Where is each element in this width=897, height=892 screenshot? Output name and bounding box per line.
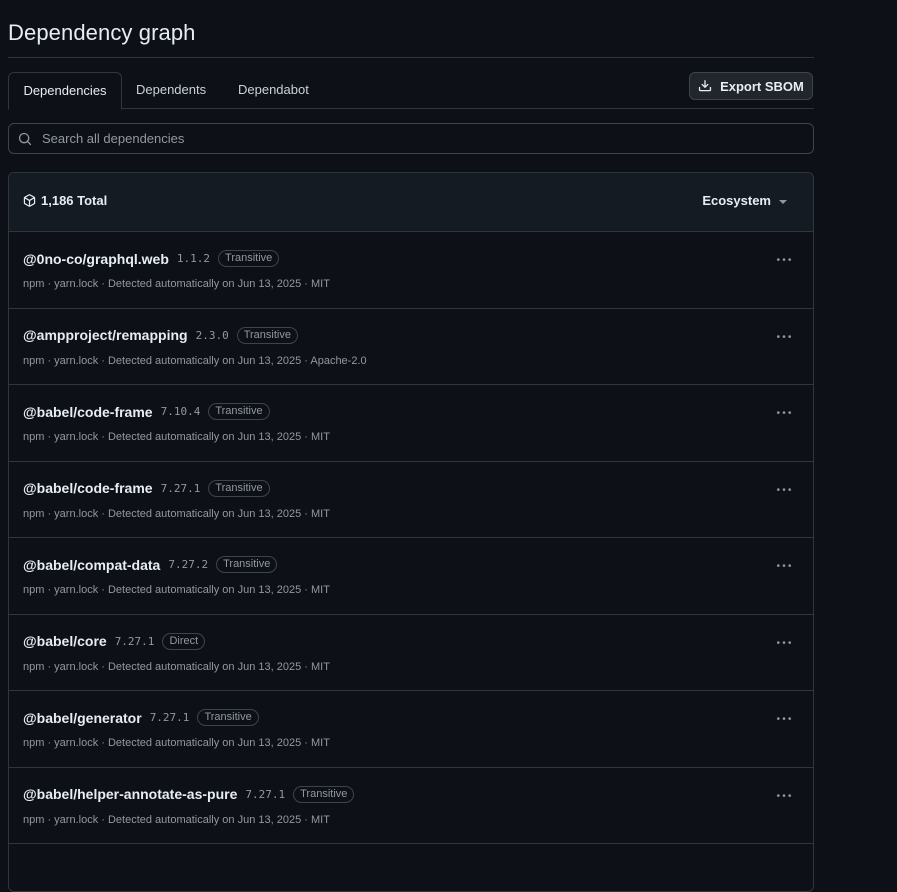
package-meta: npm · yarn.lock · Detected automatically… bbox=[23, 813, 330, 826]
package-version: 1.1.2 bbox=[176, 252, 211, 265]
package-name[interactable]: @babel/core bbox=[23, 633, 107, 649]
relationship-badge: Transitive bbox=[208, 479, 270, 497]
tab-dependents[interactable]: Dependents bbox=[136, 72, 206, 108]
page-title: Dependency graph bbox=[8, 20, 196, 45]
tab-dependabot[interactable]: Dependabot bbox=[238, 72, 309, 108]
title-divider bbox=[8, 57, 814, 58]
relationship-badge: Transitive bbox=[216, 556, 278, 573]
package-meta: npm · yarn.lock · Detected automatically… bbox=[23, 507, 330, 520]
chevron-down-icon bbox=[779, 199, 787, 204]
dependency-row: @babel/compat-data 7.27.2 Transitive npm… bbox=[9, 538, 813, 615]
total-label: 1,186 Total bbox=[41, 193, 108, 208]
package-version: 7.10.4 bbox=[160, 405, 201, 418]
kebab-horizontal-icon[interactable] bbox=[775, 328, 793, 346]
kebab-horizontal-icon[interactable] bbox=[775, 481, 793, 499]
package-name[interactable]: @babel/helper-annotate-as-pure bbox=[23, 786, 237, 802]
package-name[interactable]: @babel/generator bbox=[23, 710, 142, 726]
tab-dependencies[interactable]: Dependencies bbox=[8, 72, 122, 110]
package-version: 2.3.0 bbox=[195, 328, 229, 342]
package-version: 7.27.1 bbox=[149, 711, 190, 724]
dependency-row: @babel/helper-annotate-as-pure 7.27.1 Tr… bbox=[9, 768, 813, 844]
package-name[interactable]: @babel/code-frame bbox=[23, 480, 153, 496]
package-name[interactable]: @0no-co/graphql.web bbox=[23, 251, 169, 267]
package-meta: npm · yarn.lock · Detected automatically… bbox=[23, 278, 330, 290]
relationship-badge: Transitive bbox=[208, 403, 270, 420]
package-name[interactable]: @babel/code-frame bbox=[23, 404, 153, 420]
search-box bbox=[8, 123, 814, 154]
dependency-row: @ampproject/remapping 2.3.0 Transitive n… bbox=[9, 309, 813, 385]
dependency-row: @babel/code-frame 7.10.4 Transitive npm … bbox=[9, 385, 813, 462]
relationship-badge: Transitive bbox=[236, 326, 298, 344]
export-sbom-button[interactable]: Export SBOM bbox=[689, 72, 813, 100]
package-version: 7.27.1 bbox=[160, 481, 201, 495]
package-name[interactable]: @ampproject/remapping bbox=[23, 327, 188, 343]
dependency-row: @babel/generator 7.27.1 Transitive npm ·… bbox=[9, 691, 813, 768]
package-version: 7.27.1 bbox=[114, 634, 155, 648]
total-count: 1,186 Total bbox=[23, 193, 107, 208]
kebab-horizontal-icon[interactable] bbox=[775, 404, 793, 422]
download-icon bbox=[698, 79, 720, 93]
package-version: 7.27.1 bbox=[245, 787, 286, 801]
package-meta: npm · yarn.lock · Detected automatically… bbox=[23, 660, 330, 673]
kebab-horizontal-icon[interactable] bbox=[775, 634, 793, 652]
dependency-row: @babel/code-frame 7.27.1 Transitive npm … bbox=[9, 462, 813, 538]
dependency-row: @0no-co/graphql.web 1.1.2 Transitive npm… bbox=[9, 232, 813, 309]
relationship-badge: Transitive bbox=[293, 785, 355, 803]
package-meta: npm · yarn.lock · Detected automatically… bbox=[23, 737, 330, 749]
package-meta: npm · yarn.lock · Detected automatically… bbox=[23, 354, 367, 367]
search-input[interactable] bbox=[40, 130, 813, 147]
package-icon bbox=[23, 194, 41, 207]
dependency-row: @babel/core 7.27.1 Direct npm · yarn.loc… bbox=[9, 615, 813, 691]
package-version: 7.27.2 bbox=[168, 558, 209, 571]
relationship-badge: Transitive bbox=[197, 709, 259, 726]
export-sbom-label: Export SBOM bbox=[720, 78, 804, 94]
relationship-badge: Direct bbox=[162, 632, 206, 650]
relationship-badge: Transitive bbox=[218, 250, 280, 267]
package-meta: npm · yarn.lock · Detected automatically… bbox=[23, 431, 330, 443]
dependency-list: 1,186 Total Ecosystem @0no-co/graphql.we… bbox=[8, 172, 814, 892]
kebab-horizontal-icon[interactable] bbox=[775, 251, 793, 269]
kebab-horizontal-icon[interactable] bbox=[775, 557, 793, 575]
package-meta: npm · yarn.lock · Detected automatically… bbox=[23, 584, 330, 596]
kebab-horizontal-icon[interactable] bbox=[775, 710, 793, 728]
package-name[interactable]: @babel/compat-data bbox=[23, 557, 160, 573]
search-icon bbox=[9, 132, 40, 146]
ecosystem-label: Ecosystem bbox=[702, 193, 771, 208]
ecosystem-dropdown[interactable]: Ecosystem bbox=[702, 193, 787, 208]
list-header: 1,186 Total Ecosystem bbox=[9, 173, 813, 232]
kebab-horizontal-icon[interactable] bbox=[775, 787, 793, 805]
